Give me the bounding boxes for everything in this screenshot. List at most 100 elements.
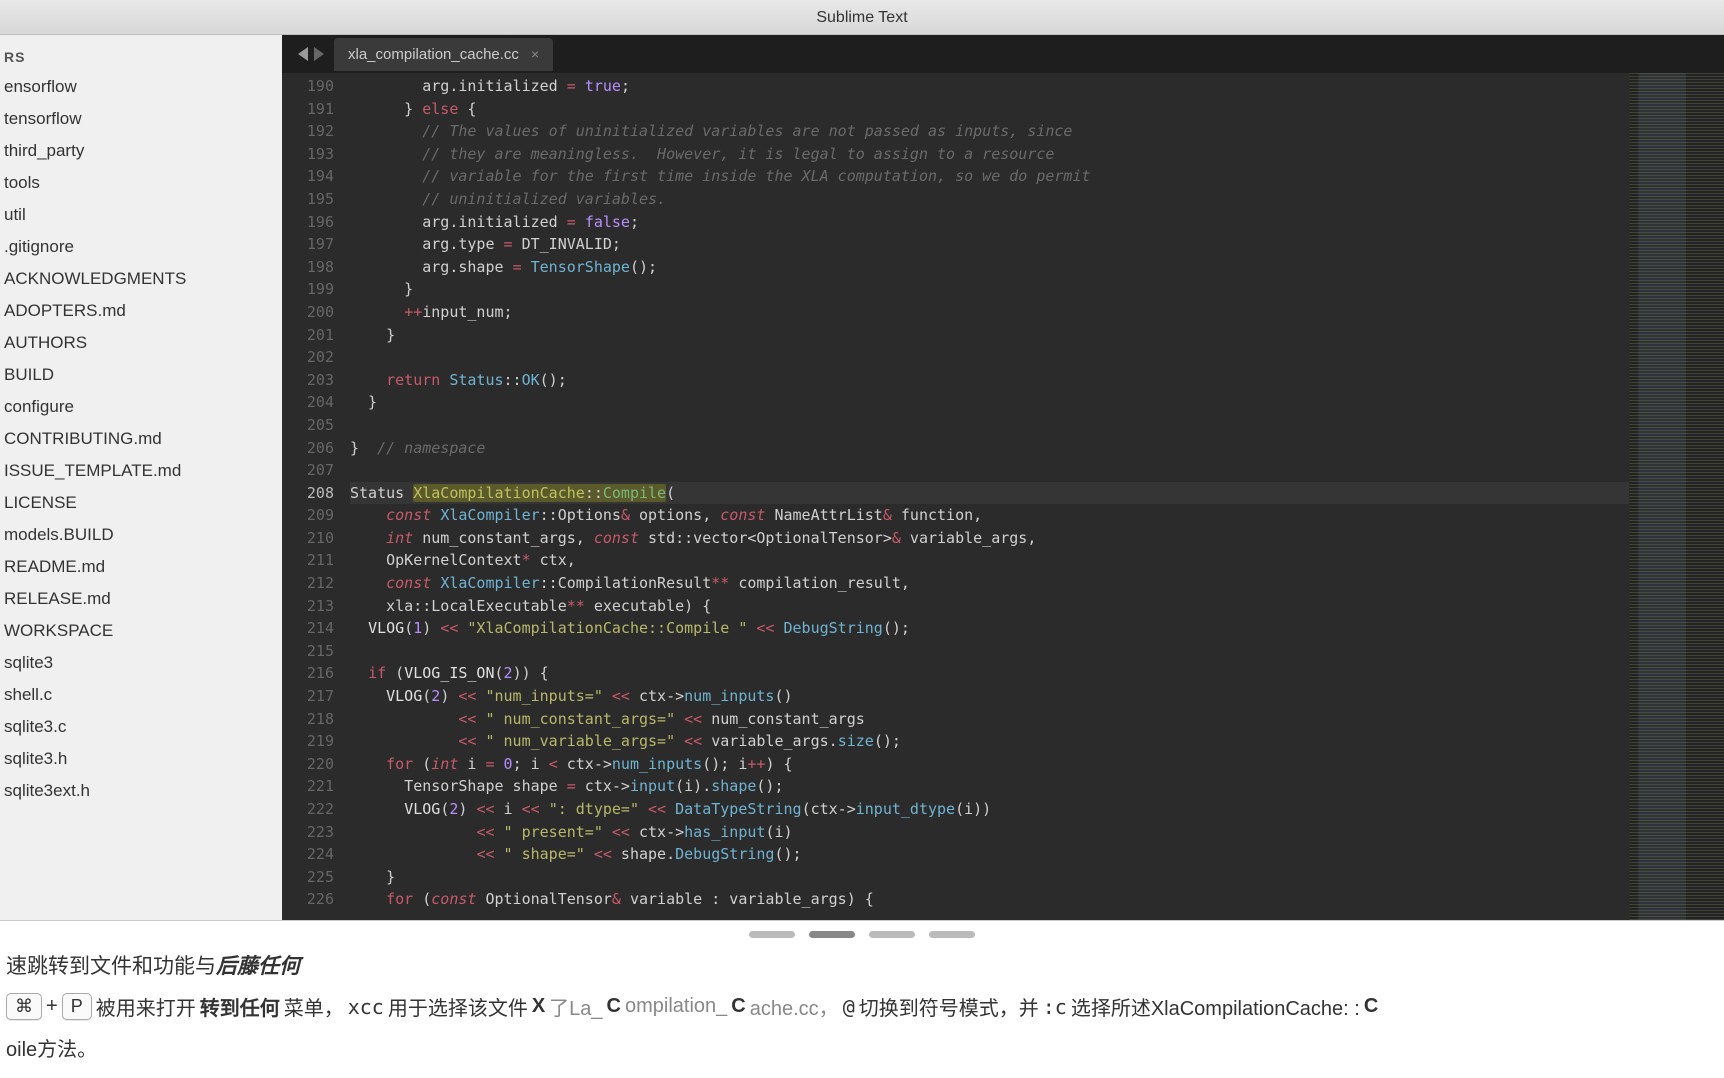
sidebar-item[interactable]: util	[0, 199, 282, 231]
code-area[interactable]: arg.initialized = true; } else { // The …	[344, 73, 1629, 920]
sidebar-item[interactable]: LICENSE	[0, 487, 282, 519]
line-number[interactable]: 196	[282, 211, 334, 234]
code-line[interactable]: // uninitialized variables.	[350, 188, 1629, 211]
line-number[interactable]: 218	[282, 708, 334, 731]
sidebar-item[interactable]: models.BUILD	[0, 519, 282, 551]
line-number[interactable]: 200	[282, 301, 334, 324]
line-number[interactable]: 216	[282, 662, 334, 685]
line-number[interactable]: 215	[282, 640, 334, 663]
page-dot[interactable]	[929, 931, 975, 938]
code-line[interactable]: const XlaCompiler::CompilationResult** c…	[350, 572, 1629, 595]
code-line[interactable]: for (int i = 0; i < ctx->num_inputs(); i…	[350, 753, 1629, 776]
code-line[interactable]: }	[350, 278, 1629, 301]
line-number[interactable]: 217	[282, 685, 334, 708]
close-icon[interactable]: ×	[531, 46, 539, 62]
sidebar-item[interactable]: sqlite3.h	[0, 743, 282, 775]
line-number[interactable]: 201	[282, 324, 334, 347]
line-number[interactable]: 213	[282, 595, 334, 618]
code-line[interactable]: OpKernelContext* ctx,	[350, 549, 1629, 572]
code-line[interactable]: arg.initialized = true;	[350, 75, 1629, 98]
code-line[interactable]: // they are meaningless. However, it is …	[350, 143, 1629, 166]
nav-forward-icon[interactable]	[314, 47, 324, 61]
sidebar-item[interactable]: sqlite3.c	[0, 711, 282, 743]
page-dot[interactable]	[869, 931, 915, 938]
line-number[interactable]: 211	[282, 549, 334, 572]
code-line[interactable]: arg.type = DT_INVALID;	[350, 233, 1629, 256]
sidebar-item[interactable]: RELEASE.md	[0, 583, 282, 615]
sidebar-item[interactable]: sqlite3ext.h	[0, 775, 282, 807]
line-number[interactable]: 190	[282, 75, 334, 98]
sidebar-item[interactable]: .gitignore	[0, 231, 282, 263]
minimap[interactable]	[1629, 73, 1724, 920]
code-line[interactable]: if (VLOG_IS_ON(2)) {	[350, 662, 1629, 685]
line-number[interactable]: 221	[282, 775, 334, 798]
line-number[interactable]: 198	[282, 256, 334, 279]
sidebar-item[interactable]: ADOPTERS.md	[0, 295, 282, 327]
code-line[interactable]	[350, 346, 1629, 369]
code-line[interactable]	[350, 459, 1629, 482]
code-line[interactable]: << " num_constant_args=" << num_constant…	[350, 708, 1629, 731]
page-dot[interactable]	[809, 931, 855, 938]
sidebar-item[interactable]: WORKSPACE	[0, 615, 282, 647]
line-number[interactable]: 199	[282, 278, 334, 301]
sidebar-item[interactable]: CONTRIBUTING.md	[0, 423, 282, 455]
code-line[interactable]: for (const OptionalTensor& variable : va…	[350, 888, 1629, 911]
code-line[interactable]: << " shape=" << shape.DebugString();	[350, 843, 1629, 866]
line-number[interactable]: 223	[282, 821, 334, 844]
code-line[interactable]: Status XlaCompilationCache::Compile(	[350, 482, 1629, 505]
sidebar-item[interactable]: BUILD	[0, 359, 282, 391]
code-line[interactable]: TensorShape shape = ctx->input(i).shape(…	[350, 775, 1629, 798]
sidebar-item[interactable]: AUTHORS	[0, 327, 282, 359]
tab-active[interactable]: xla_compilation_cache.cc ×	[334, 38, 553, 71]
line-number[interactable]: 222	[282, 798, 334, 821]
sidebar-item[interactable]: tensorflow	[0, 103, 282, 135]
code-line[interactable]: }	[350, 324, 1629, 347]
code-line[interactable]: } else {	[350, 98, 1629, 121]
sidebar-item[interactable]: configure	[0, 391, 282, 423]
sidebar-item[interactable]: shell.c	[0, 679, 282, 711]
code-line[interactable]	[350, 414, 1629, 437]
code-line[interactable]: }	[350, 391, 1629, 414]
line-number[interactable]: 214	[282, 617, 334, 640]
sidebar-item[interactable]: sqlite3	[0, 647, 282, 679]
line-number[interactable]: 205	[282, 414, 334, 437]
line-number[interactable]: 204	[282, 391, 334, 414]
sidebar[interactable]: RS ensorflowtensorflowthird_partytoolsut…	[0, 35, 282, 920]
line-number[interactable]: 192	[282, 120, 334, 143]
code-line[interactable]	[350, 640, 1629, 663]
code-line[interactable]: << " present=" << ctx->has_input(i)	[350, 821, 1629, 844]
sidebar-item[interactable]: tools	[0, 167, 282, 199]
line-number[interactable]: 195	[282, 188, 334, 211]
line-number[interactable]: 203	[282, 369, 334, 392]
sidebar-item[interactable]: third_party	[0, 135, 282, 167]
code-line[interactable]: }	[350, 866, 1629, 889]
sidebar-item[interactable]: ISSUE_TEMPLATE.md	[0, 455, 282, 487]
line-number[interactable]: 210	[282, 527, 334, 550]
line-number[interactable]: 193	[282, 143, 334, 166]
code-line[interactable]: return Status::OK();	[350, 369, 1629, 392]
line-number[interactable]: 209	[282, 504, 334, 527]
line-number[interactable]: 208	[282, 482, 334, 505]
code-line[interactable]: arg.shape = TensorShape();	[350, 256, 1629, 279]
nav-back-icon[interactable]	[298, 47, 308, 61]
code-line[interactable]: int num_constant_args, const std::vector…	[350, 527, 1629, 550]
line-number[interactable]: 194	[282, 165, 334, 188]
line-number[interactable]: 226	[282, 888, 334, 911]
code-line[interactable]: } // namespace	[350, 437, 1629, 460]
code-line[interactable]: VLOG(2) << "num_inputs=" << ctx->num_inp…	[350, 685, 1629, 708]
sidebar-item[interactable]: ensorflow	[0, 71, 282, 103]
line-number[interactable]: 220	[282, 753, 334, 776]
line-number[interactable]: 225	[282, 866, 334, 889]
line-number[interactable]: 206	[282, 437, 334, 460]
line-number[interactable]: 202	[282, 346, 334, 369]
sidebar-item[interactable]: ACKNOWLEDGMENTS	[0, 263, 282, 295]
sidebar-item[interactable]: README.md	[0, 551, 282, 583]
line-number[interactable]: 224	[282, 843, 334, 866]
line-gutter[interactable]: 1901911921931941951961971981992002012022…	[282, 73, 344, 920]
line-number[interactable]: 197	[282, 233, 334, 256]
line-number[interactable]: 207	[282, 459, 334, 482]
line-number[interactable]: 219	[282, 730, 334, 753]
code-line[interactable]: ++input_num;	[350, 301, 1629, 324]
code-line[interactable]: VLOG(2) << i << ": dtype=" << DataTypeSt…	[350, 798, 1629, 821]
code-line[interactable]: const XlaCompiler::Options& options, con…	[350, 504, 1629, 527]
